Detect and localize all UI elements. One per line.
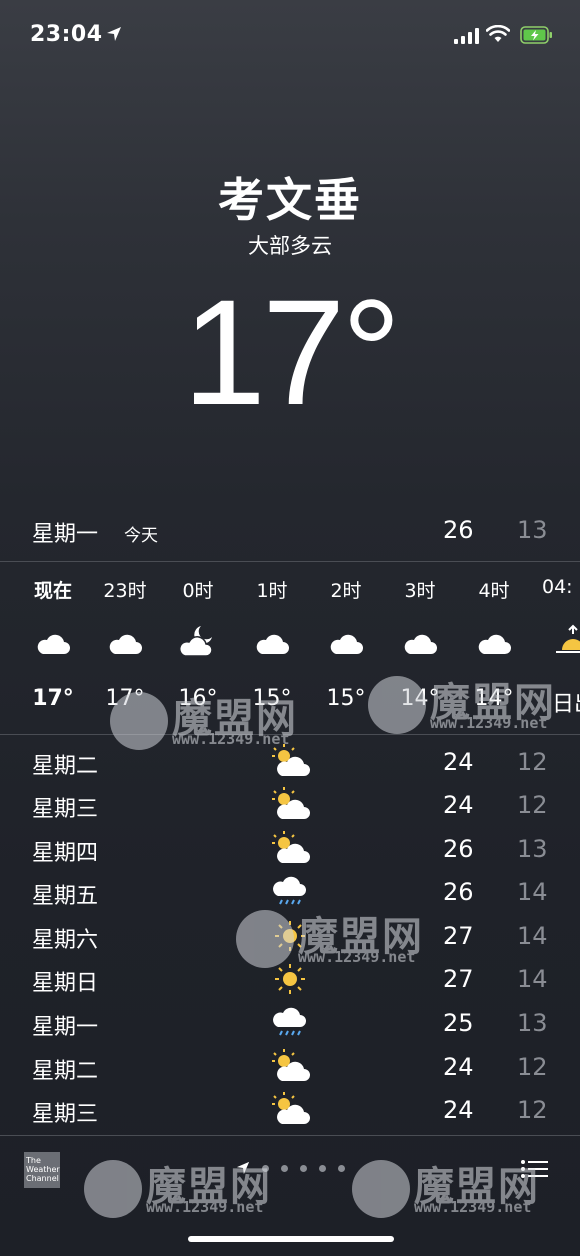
location-header: 考文垂 大部多云 [0, 172, 580, 260]
day-low: 13 [517, 1009, 548, 1037]
hour-label: 1时 [256, 580, 288, 602]
page-indicator[interactable] [236, 1160, 345, 1176]
page-dot [300, 1164, 307, 1172]
bottom-toolbar: The Weather Channel [0, 1136, 580, 1256]
today-summary-row: 星期一 今天 26 13 [0, 508, 580, 552]
list-icon[interactable] [520, 1158, 550, 1180]
sunrise-icon [556, 624, 580, 653]
page-dot [338, 1164, 345, 1172]
day-label: 星期三 [32, 1102, 99, 1127]
cloud-icon [109, 634, 142, 654]
cloud-icon [330, 634, 363, 654]
rain-cloud-icon [273, 876, 306, 905]
weather-channel-logo[interactable]: The Weather Channel [24, 1152, 60, 1188]
hour-label: 现在 [33, 580, 72, 602]
hour-label: 23时 [103, 580, 147, 602]
sun-icon [275, 921, 305, 951]
day-label: 星期六 [32, 928, 99, 953]
daily-row: 星期三 24 12 [0, 1088, 580, 1132]
daily-row: 星期四 26 13 [0, 827, 580, 871]
daily-row: 星期五 26 14 [0, 870, 580, 914]
day-high: 26 [443, 878, 474, 906]
day-low: 12 [517, 791, 548, 819]
today-tag: 今天 [124, 526, 158, 546]
day-high: 27 [443, 965, 474, 993]
city-name: 考文垂 [218, 173, 362, 227]
cloud-icon [478, 634, 511, 654]
day-high: 24 [443, 1096, 474, 1124]
location-arrow-icon [236, 1161, 250, 1175]
cloud-icon [256, 634, 289, 654]
day-label: 星期三 [32, 797, 99, 822]
day-low: 12 [517, 1096, 548, 1124]
day-low: 12 [517, 748, 548, 776]
hour-label: 3时 [404, 580, 436, 602]
hour-temp: 日出 [552, 692, 580, 717]
cloud-icon [37, 634, 70, 654]
partly-sunny-icon [272, 744, 310, 776]
page-dot [262, 1164, 269, 1172]
battery-charging-icon [520, 26, 552, 44]
day-label: 星期五 [32, 884, 99, 909]
current-condition: 大部多云 [248, 234, 332, 258]
daily-row: 星期日 27 14 [0, 957, 580, 1001]
rain-cloud-icon [273, 1007, 306, 1036]
day-label: 星期二 [32, 1059, 99, 1084]
day-high: 25 [443, 1009, 474, 1037]
day-high: 26 [443, 835, 474, 863]
current-temperature: 17° [182, 268, 402, 436]
day-high: 24 [443, 748, 474, 776]
cellular-signal-icon [454, 28, 479, 44]
day-low: 13 [517, 835, 548, 863]
today-high: 26 [443, 516, 474, 544]
day-low: 14 [517, 965, 548, 993]
daily-row: 星期三 24 12 [0, 783, 580, 827]
partly-sunny-icon [272, 787, 310, 819]
hour-temp: 15° [252, 686, 292, 711]
today-low: 13 [517, 516, 548, 544]
cloud-icon [404, 634, 437, 654]
moon-cloud-icon [179, 626, 213, 657]
divider [0, 734, 580, 735]
hour-label: 0时 [182, 580, 214, 602]
partly-sunny-icon [272, 1092, 310, 1124]
day-low: 12 [517, 1053, 548, 1081]
hour-label: 04: [542, 576, 573, 598]
day-low: 14 [517, 922, 548, 950]
hour-temp: 14° [474, 686, 514, 711]
hour-temp: 17° [32, 686, 74, 711]
day-label: 星期二 [32, 754, 99, 779]
status-time: 23:04 [30, 22, 103, 47]
partly-sunny-icon [272, 831, 310, 863]
hour-label: 2时 [330, 580, 362, 602]
hour-temp: 16° [178, 686, 218, 711]
day-high: 24 [443, 791, 474, 819]
hour-temp: 17° [105, 686, 145, 711]
home-indicator[interactable] [188, 1236, 394, 1242]
hourly-forecast[interactable]: 现在 17° 23时 17° 0时 16° 1时 15° 2时 15° 3时 1… [0, 562, 580, 734]
day-label: 星期四 [32, 841, 99, 866]
daily-row: 星期六 27 14 [0, 914, 580, 958]
hour-label: 4时 [478, 580, 510, 602]
hour-temp: 15° [326, 686, 366, 711]
status-bar: 23:04 [0, 0, 580, 70]
day-low: 14 [517, 878, 548, 906]
hour-temp: 14° [400, 686, 440, 711]
day-label: 星期日 [32, 971, 99, 996]
daily-row: 星期二 24 12 [0, 1045, 580, 1089]
location-arrow-icon [107, 27, 121, 41]
day-label: 星期一 [32, 1015, 99, 1040]
wifi-icon [486, 25, 510, 42]
sun-icon [275, 964, 305, 994]
daily-row: 星期一 25 13 [0, 1001, 580, 1045]
page-dot [319, 1164, 326, 1172]
partly-sunny-icon [272, 1049, 310, 1081]
daily-row: 星期二 24 12 [0, 740, 580, 784]
day-high: 24 [443, 1053, 474, 1081]
page-dot [281, 1164, 288, 1172]
today-day: 星期一 [32, 522, 99, 547]
day-high: 27 [443, 922, 474, 950]
